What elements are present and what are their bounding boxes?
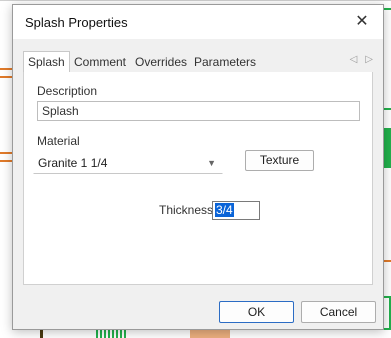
background-line [0,76,12,78]
dialog-client-area: Splash Comment Overrides Parameters ◁ ▷ D… [13,39,383,329]
thickness-field[interactable]: 3/4 [212,201,260,220]
tab-scroll-controls: ◁ ▷ [342,54,373,65]
title-bar: Splash Properties ✕ [13,5,383,39]
material-select[interactable]: Granite 1 1/4 ▼ [33,152,223,174]
tab-scroll-left-icon[interactable]: ◁ [350,54,358,65]
tab-overrides[interactable]: Overrides [135,53,187,72]
material-label: Material [37,134,80,148]
background-line [0,152,12,154]
splash-properties-dialog: Splash Properties ✕ Splash Comment Overr… [12,4,384,330]
ok-button[interactable]: OK [219,301,294,323]
tab-parameters[interactable]: Parameters [194,53,256,72]
background-line [0,68,12,70]
description-label: Description [37,84,98,98]
dialog-title: Splash Properties [25,15,128,30]
chevron-down-icon: ▼ [207,158,216,168]
close-icon: ✕ [355,13,369,30]
tab-comment[interactable]: Comment [74,53,126,72]
tab-scroll-right-icon[interactable]: ▷ [365,54,373,65]
close-button[interactable]: ✕ [351,11,373,33]
background-line [0,160,12,162]
material-select-value: Granite 1 1/4 [38,156,108,170]
tab-splash[interactable]: Splash [23,51,70,73]
tab-strip: Splash Comment Overrides Parameters ◁ ▷ [23,51,373,73]
thickness-value: 3/4 [215,203,234,217]
background-line [0,0,391,1]
texture-button[interactable]: Texture [245,150,314,171]
thickness-label: Thickness [159,203,214,217]
cancel-button[interactable]: Cancel [301,301,376,323]
description-field[interactable]: Splash [37,101,360,121]
splash-tab-panel: Description Splash Material Granite 1 1/… [23,72,373,285]
